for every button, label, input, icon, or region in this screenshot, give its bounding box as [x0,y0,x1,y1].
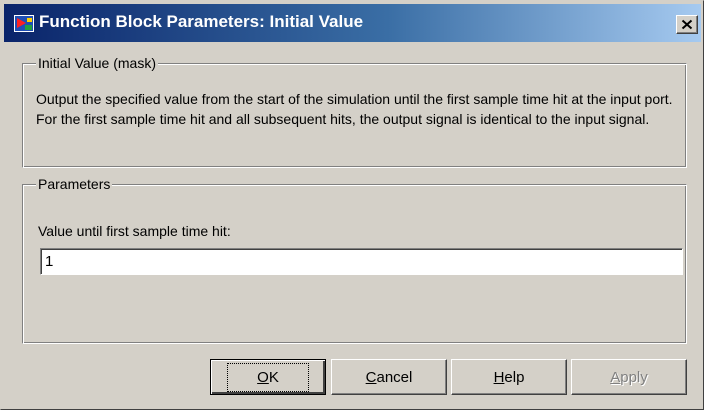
description-group: Initial Value (mask) Output the specifie… [22,54,687,168]
cancel-label-rest: ancel [376,368,413,386]
help-label-rest: elp [504,368,525,386]
ok-label-rest: K [268,368,279,386]
cancel-button[interactable]: Cancel [331,359,447,395]
parameters-legend: Parameters [36,175,113,193]
ok-button[interactable]: OK [210,359,326,395]
window-title: Function Block Parameters: Initial Value [39,12,364,31]
parameters-group: Parameters Value until first sample time… [22,175,687,344]
close-button[interactable] [676,15,698,34]
apply-button[interactable]: Apply [571,359,687,395]
ok-focus-rect: OK [227,362,309,392]
initial-value-input[interactable] [40,248,683,275]
apply-mnemonic: A [610,368,621,386]
ok-mnemonic: O [257,368,269,386]
help-button[interactable]: Help [451,359,567,395]
value-label: Value until first sample time hit: [38,223,231,239]
cancel-mnemonic: C [365,368,377,386]
dialog-window: Function Block Parameters: Initial Value… [0,0,704,410]
simulink-block-icon[interactable] [14,15,34,32]
block-description: Output the specified value from the star… [36,91,673,127]
apply-label-rest: pply [620,368,648,386]
close-icon [681,17,693,34]
help-mnemonic: H [493,368,505,386]
description-legend: Initial Value (mask) [36,54,159,72]
title-bar[interactable]: Function Block Parameters: Initial Value [4,4,701,42]
